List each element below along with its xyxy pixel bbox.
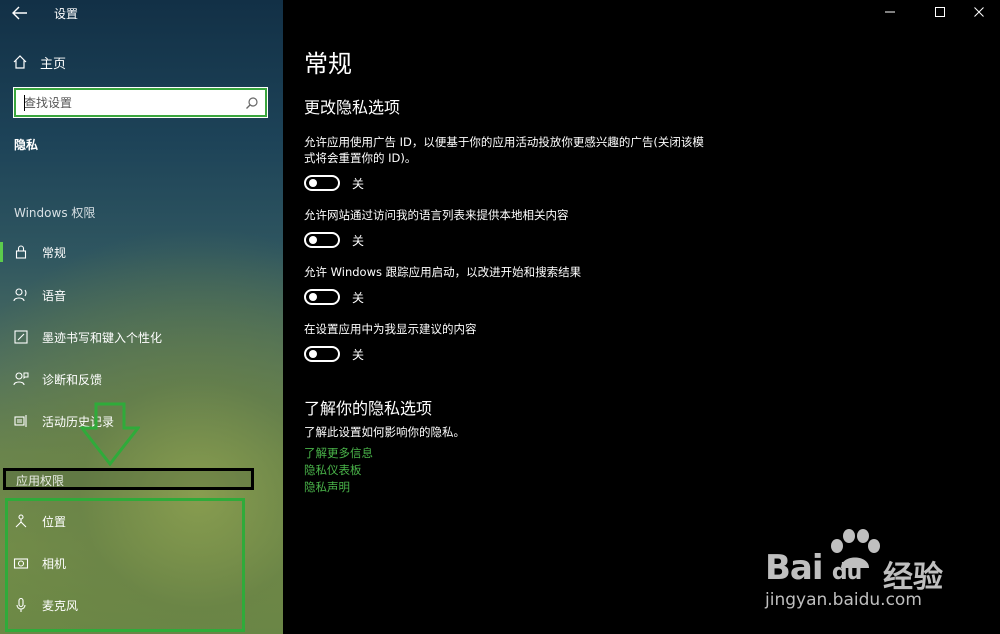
pen-icon [12,329,30,345]
sidebar-item-label: 诊断和反馈 [42,372,103,387]
timeline-icon [12,413,30,429]
search-input[interactable] [24,94,234,112]
sidebar-item-general[interactable]: 常规 [0,239,283,265]
sidebar-item-label: 语音 [42,288,67,303]
toggle-knob [309,293,317,301]
suggested-content-toggle[interactable] [304,346,340,362]
back-arrow-icon[interactable] [10,4,32,22]
sidebar-item-location[interactable]: 位置 [0,508,283,534]
link-privacy-statement[interactable]: 隐私声明 [304,479,350,495]
setting-description: 允许应用使用广告 ID，以便基于你的应用活动投放你更感兴趣的广告(关闭该模式将会… [304,135,704,165]
toggle-state-label: 关 [352,176,365,191]
camera-icon [12,555,30,571]
language-list-toggle[interactable] [304,232,340,248]
windows-permissions-header: Windows 权限 [14,206,96,220]
toggle-state-label: 关 [352,233,365,248]
search-icon[interactable] [245,96,259,110]
toggle-state-label: 关 [352,347,365,362]
setting-description: 在设置应用中为我显示建议的内容 [304,322,477,336]
location-icon [12,513,30,529]
section-title-know-privacy: 了解你的隐私选项 [304,399,433,418]
search-box[interactable] [13,87,268,118]
home-label: 主页 [40,56,67,72]
app-permissions-header: 应用权限 [3,468,254,490]
text-caret [24,95,25,111]
watermark-brand: Baiddu [765,548,862,588]
toggle-knob [309,236,317,244]
sidebar-item-label: 墨迹书写和键入个性化 [42,330,163,345]
link-privacy-dashboard[interactable]: 隐私仪表板 [304,462,362,478]
annotation-down-arrow [78,402,142,467]
app-title: 设置 [54,7,79,21]
setting-toggle-row: 关 [304,229,364,251]
current-section-title: 隐私 [14,138,39,152]
home-icon [12,54,28,70]
toggle-knob [309,350,317,358]
speech-icon [12,287,30,303]
sidebar-item-microphone[interactable]: 麦克风 [0,592,283,618]
section-title-change-privacy: 更改隐私选项 [304,98,401,117]
toggle-knob [309,179,317,187]
active-indicator [0,242,3,262]
sidebar-item-label: 麦克风 [42,598,79,613]
sidebar-item-label: 相机 [42,556,67,571]
toggle-state-label: 关 [352,290,365,305]
page-title: 常规 [304,50,352,78]
advertising-id-toggle[interactable] [304,175,340,191]
sidebar-item-speech[interactable]: 语音 [0,282,283,308]
watermark-url: jingyan.baidu.com [765,590,922,610]
sidebar-item-camera[interactable]: 相机 [0,550,283,576]
lock-icon [12,244,30,260]
sidebar-item-label: 常规 [42,245,67,260]
feedback-icon [12,371,30,387]
baidu-watermark: Baiddu 经验 jingyan.baidu.com [765,528,955,618]
setting-toggle-row: 关 [304,172,364,194]
home-nav-item[interactable]: 主页 [12,52,66,72]
sidebar-item-inking[interactable]: 墨迹书写和键入个性化 [0,324,283,350]
sidebar-item-label: 位置 [42,514,67,529]
link-learn-more[interactable]: 了解更多信息 [304,445,373,461]
app-permissions-label: 应用权限 [16,474,65,488]
microphone-icon [12,597,30,613]
setting-toggle-row: 关 [304,286,364,308]
setting-description: 允许 Windows 跟踪应用启动，以改进开始和搜索结果 [304,265,582,279]
sidebar-item-diagnostics[interactable]: 诊断和反馈 [0,366,283,392]
setting-toggle-row: 关 [304,343,364,365]
sidebar-item-activity-history[interactable]: 活动历史记录 [0,408,283,434]
section-description: 了解此设置如何影响你的隐私。 [304,425,465,439]
maximize-icon[interactable] [930,4,950,20]
sidebar: 设置 主页 隐私 Windows 权限 常规 语音 墨迹书写和键入个性化 [0,0,283,634]
setting-description: 允许网站通过访问我的语言列表来提供本地相关内容 [304,208,569,222]
minimize-icon[interactable] [880,4,900,20]
close-icon[interactable] [969,4,989,20]
app-launch-tracking-toggle[interactable] [304,289,340,305]
